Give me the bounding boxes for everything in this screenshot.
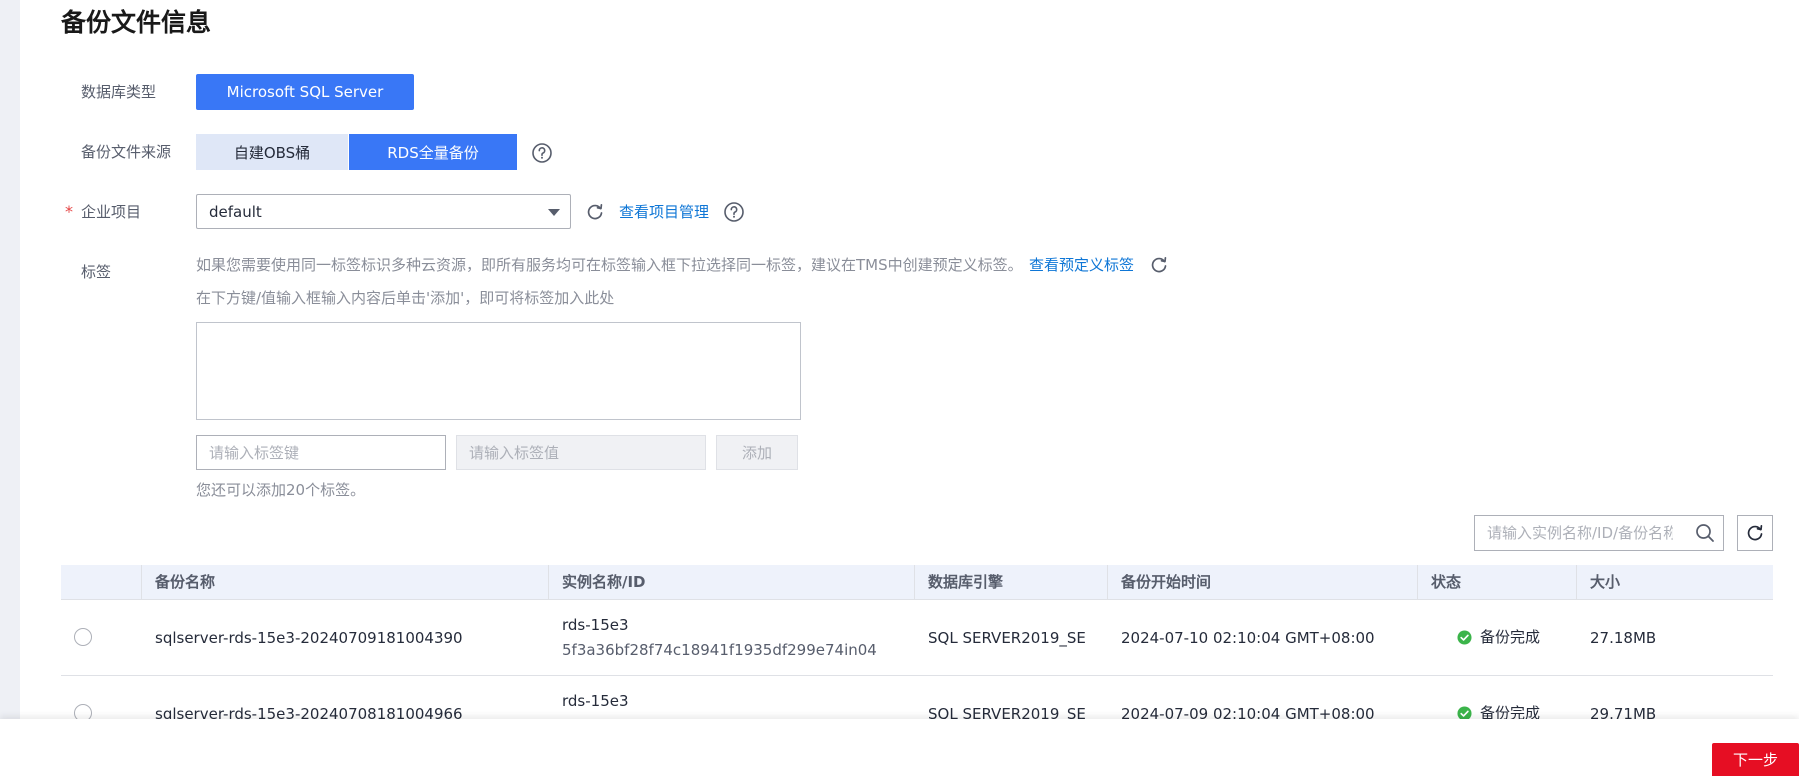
column-divider	[1107, 565, 1108, 600]
refresh-icon	[1747, 524, 1763, 541]
left-sidebar-edge	[0, 0, 20, 720]
instance-name-cell: rds-15e3	[562, 692, 629, 710]
search-icon[interactable]	[1695, 523, 1715, 543]
backup-source-label: 备份文件来源	[81, 143, 172, 161]
table-refresh-button[interactable]	[1737, 515, 1773, 551]
enterprise-project-value: default	[209, 203, 262, 221]
tag-list-area	[196, 322, 801, 420]
column-header-status: 状态	[1431, 573, 1462, 591]
column-divider	[1417, 565, 1418, 600]
tags-add-hint-text: 在下方键/值输入框输入内容后单击'添加'，即可将标签加入此处	[196, 289, 615, 307]
start-time-cell: 2024-07-10 02:10:04 GMT+08:00	[1121, 629, 1375, 647]
tags-remaining-text: 您还可以添加20个标签。	[196, 481, 366, 499]
success-check-icon	[1457, 630, 1472, 645]
column-divider	[141, 565, 142, 600]
enterprise-project-select[interactable]: default	[196, 194, 571, 229]
column-header-size: 大小	[1590, 573, 1621, 591]
view-project-management-link[interactable]: 查看项目管理	[619, 202, 709, 222]
row-select-radio[interactable]	[74, 628, 92, 646]
db-type-label: 数据库类型	[81, 83, 157, 101]
tag-key-input[interactable]	[196, 435, 446, 470]
add-tag-button[interactable]: 添加	[716, 435, 798, 470]
required-marker: *	[65, 202, 73, 221]
backup-source-option-rds[interactable]: RDS全量备份	[349, 134, 517, 170]
table-row[interactable]: sqlserver-rds-15e3-20240709181004390 rds…	[61, 600, 1773, 676]
page-title: 备份文件信息	[61, 8, 212, 37]
db-type-option-sqlserver[interactable]: Microsoft SQL Server	[196, 74, 414, 110]
column-divider	[914, 565, 915, 600]
column-header-instance: 实例名称/ID	[562, 573, 646, 591]
tag-value-input[interactable]	[456, 435, 706, 470]
enterprise-project-label: 企业项目	[81, 203, 142, 221]
column-header-backup-name: 备份名称	[155, 573, 216, 591]
engine-cell: SQL SERVER2019_SE	[928, 629, 1086, 647]
table-header: 备份名称 实例名称/ID 数据库引擎 备份开始时间 状态 大小	[61, 565, 1773, 600]
chevron-down-icon	[548, 209, 560, 216]
backup-source-option-obs[interactable]: 自建OBS桶	[196, 134, 348, 170]
backup-search-box	[1474, 515, 1724, 551]
tags-hint-text: 如果您需要使用同一标签标识多种云资源，即所有服务均可在标签输入框下拉选择同一标签…	[196, 256, 1023, 274]
help-icon[interactable]	[531, 142, 553, 164]
column-header-start-time: 备份开始时间	[1121, 573, 1212, 591]
tags-label: 标签	[81, 263, 112, 281]
next-step-button[interactable]: 下一步	[1712, 743, 1799, 776]
column-divider	[548, 565, 549, 600]
footer-action-bar	[0, 719, 1799, 776]
backup-name-cell: sqlserver-rds-15e3-20240709181004390	[155, 629, 463, 647]
instance-name-cell: rds-15e3	[562, 616, 629, 634]
refresh-icon[interactable]	[1149, 255, 1169, 275]
size-cell: 27.18MB	[1590, 629, 1657, 647]
status-cell: 备份完成	[1480, 628, 1541, 646]
instance-id-cell: 5f3a36bf28f74c18941f1935df299e74in04	[562, 641, 877, 659]
refresh-icon[interactable]	[585, 202, 605, 222]
view-predefined-tags-link[interactable]: 查看预定义标签	[1029, 255, 1134, 275]
column-header-engine: 数据库引擎	[928, 573, 1004, 591]
help-icon[interactable]	[723, 201, 745, 223]
backup-search-input[interactable]	[1475, 516, 1685, 550]
column-divider	[1576, 565, 1577, 600]
